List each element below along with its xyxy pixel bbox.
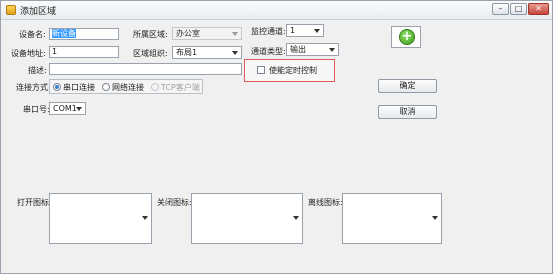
description-label: 描述: — [28, 66, 47, 75]
title-bar: 添加区域 – □ ✕ — [1, 1, 552, 20]
add-icon-button[interactable]: + — [391, 26, 421, 48]
port-select[interactable]: COM1 — [49, 102, 86, 115]
device-name-input[interactable]: 新设备 — [49, 28, 119, 40]
plus-icon: + — [399, 29, 415, 45]
tcp-client-radio-label: TCP客户端 — [161, 83, 200, 92]
chevron-down-icon — [314, 29, 320, 33]
serial-radio-label: 串口连接 — [63, 83, 95, 92]
network-radio-label: 网络连接 — [112, 83, 144, 92]
window-title: 添加区域 — [20, 7, 57, 17]
connection-radio-group: 串口连接 网络连接 TCP客户端 — [49, 79, 203, 94]
minimize-button[interactable]: – — [492, 3, 509, 15]
chevron-down-icon — [432, 216, 438, 220]
chevron-down-icon — [232, 51, 238, 55]
device-addr-input[interactable]: 1 — [49, 46, 119, 58]
port-label: 串口号: — [23, 105, 50, 114]
serial-radio[interactable] — [53, 83, 61, 91]
area-group-select[interactable]: 布局1 — [172, 46, 242, 59]
app-icon — [6, 5, 16, 15]
cancel-button[interactable]: 取消 — [378, 105, 437, 119]
open-icon-label: 打开图标: — [17, 198, 52, 207]
chevron-down-icon — [329, 48, 335, 52]
area-select[interactable]: 办公室 — [172, 27, 242, 40]
open-icon-picker[interactable] — [49, 193, 152, 244]
connection-label: 连接方式: — [16, 83, 51, 92]
chevron-down-icon — [76, 107, 82, 111]
close-icon-picker[interactable] — [191, 193, 303, 244]
monitor-channel-select[interactable]: 1 — [286, 24, 324, 37]
description-input[interactable] — [49, 63, 242, 75]
timer-control-label: 使能定时控制 — [269, 66, 317, 75]
maximize-button[interactable]: □ — [510, 3, 527, 15]
timer-control-group: 使能定时控制 — [244, 59, 335, 82]
area-label: 所属区域: — [133, 30, 168, 39]
network-radio[interactable] — [102, 83, 110, 91]
device-addr-label: 设备地址: — [11, 49, 46, 58]
timer-control-checkbox[interactable] — [257, 66, 265, 74]
offline-icon-picker[interactable] — [342, 193, 442, 244]
channel-type-label: 通道类型: — [251, 47, 286, 56]
chevron-down-icon — [293, 216, 299, 220]
chevron-down-icon — [232, 32, 238, 36]
offline-icon-label: 离线图标: — [308, 198, 343, 207]
area-group-label: 区域组织: — [133, 49, 168, 58]
close-button[interactable]: ✕ — [528, 3, 549, 15]
chevron-down-icon — [142, 216, 148, 220]
channel-type-select[interactable]: 输出 — [286, 43, 339, 56]
close-icon-label: 关闭图标: — [157, 198, 192, 207]
monitor-channel-label: 监控通道: — [251, 27, 286, 36]
ok-button[interactable]: 确定 — [378, 79, 437, 93]
device-name-label: 设备名: — [19, 30, 46, 39]
tcp-client-radio[interactable] — [151, 83, 159, 91]
dialog-window: 添加区域 – □ ✕ 设备名: 新设备 所属区域: 办公室 监控通道: 1 + … — [0, 0, 553, 274]
